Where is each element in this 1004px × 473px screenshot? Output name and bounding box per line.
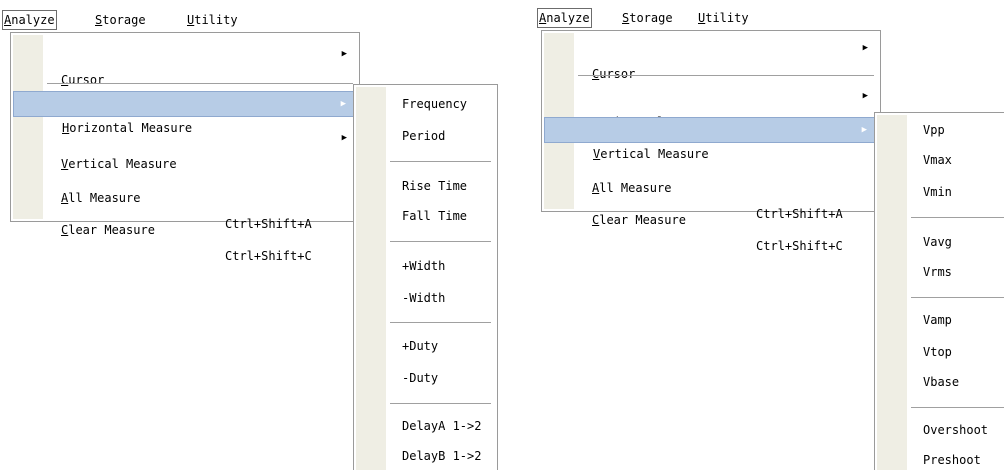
menu-utility[interactable]: Utility — [697, 8, 750, 28]
submenu-item-vbase[interactable]: Vbase — [877, 369, 1004, 395]
item-label: Vmin — [923, 185, 952, 199]
menu-item-clear-measure[interactable]: Clear Measure Ctrl+Shift+C — [544, 181, 878, 253]
submenu-item-delay-b[interactable]: DelayB 1->2 — [356, 443, 495, 469]
item-label: Vpp — [923, 123, 945, 137]
item-label: Vrms — [923, 265, 952, 279]
menu-separator — [390, 403, 491, 404]
submenu-arrow-icon: ▶ — [862, 91, 868, 101]
menubar: Analyze Storage Utility — [2, 10, 302, 32]
submenu-item-vamp[interactable]: Vamp — [877, 307, 1004, 333]
item-label: Vamp — [923, 313, 952, 327]
item-label: Fall Time — [402, 209, 468, 223]
menu-separator — [47, 83, 353, 84]
submenu-item-plus-duty[interactable]: +Duty — [356, 333, 495, 359]
item-label: Overshoot — [923, 423, 989, 437]
submenu-item-frequency[interactable]: Frequency — [356, 91, 495, 117]
item-label: -Width — [402, 291, 446, 305]
analyze-menu: Cursor ▶ Horizontal Measure ▶ Vertical M… — [10, 32, 360, 263]
submenu-arrow-icon: ▶ — [861, 125, 867, 135]
item-label: DelayB 1->2 — [402, 449, 482, 463]
submenu-item-vmin[interactable]: Vmin — [877, 179, 1004, 205]
menu-separator — [911, 297, 1004, 298]
menu-separator — [390, 241, 491, 242]
menu-item-vertical-measure[interactable]: Vertical Measure ▶ — [13, 125, 357, 171]
submenu-item-vpp[interactable]: Vpp — [877, 117, 1004, 143]
clear-measure-label: Clear Measure — [61, 223, 155, 237]
submenu-item-minus-duty[interactable]: -Duty — [356, 365, 495, 391]
horizontal-measure-submenu: Frequency Period Rise Time Fall Time +Wi… — [353, 84, 498, 470]
submenu-item-preshoot[interactable]: Preshoot — [877, 447, 1004, 473]
submenu-arrow-icon: ▶ — [340, 99, 346, 109]
item-label: Vmax — [923, 153, 952, 167]
menu-item-cursor[interactable]: Cursor ▶ — [13, 41, 357, 87]
menu-storage[interactable]: Storage — [621, 8, 674, 28]
analyze-menu: Cursor ▶ Horizontal Measure ▶ Vertical M… — [541, 30, 881, 253]
submenu-item-period[interactable]: Period — [356, 123, 495, 149]
menu-item-horizontal-measure[interactable]: Horizontal Measure ▶ — [544, 83, 878, 129]
menu-separator — [911, 407, 1004, 408]
menu-separator — [911, 217, 1004, 218]
item-label: Frequency — [402, 97, 468, 111]
item-label: +Width — [402, 259, 446, 273]
vertical-measure-submenu: Vpp Vmax Vmin Vavg Vrms Vamp Vtop Vbase … — [874, 112, 1004, 470]
item-label: Vtop — [923, 345, 952, 359]
item-label: Period — [402, 129, 446, 143]
submenu-arrow-icon: ▶ — [341, 49, 347, 59]
submenu-item-vmax[interactable]: Vmax — [877, 147, 1004, 173]
menu-item-all-measure[interactable]: All Measure Ctrl+Shift+A — [544, 149, 878, 221]
menu-item-cursor[interactable]: Cursor ▶ — [544, 35, 878, 81]
item-label: +Duty — [402, 339, 439, 353]
submenu-item-fall-time[interactable]: Fall Time — [356, 203, 495, 229]
menu-utility[interactable]: Utility — [186, 10, 239, 30]
menu-item-horizontal-measure[interactable]: Horizontal Measure ▶ — [13, 91, 357, 135]
screenshot-horizontal-measure: Analyze Storage Utility Cursor ▶ Horizon… — [0, 0, 500, 470]
menu-storage[interactable]: Storage — [94, 10, 147, 30]
submenu-item-overshoot[interactable]: Overshoot — [877, 417, 1004, 443]
submenu-item-minus-width[interactable]: -Width — [356, 285, 495, 311]
menu-separator — [578, 75, 874, 76]
menu-item-all-measure[interactable]: All Measure Ctrl+Shift+A — [13, 159, 357, 231]
submenu-item-vavg[interactable]: Vavg — [877, 229, 1004, 255]
item-label: Vavg — [923, 235, 952, 249]
cursor-label: Cursor — [61, 73, 105, 87]
menu-separator — [390, 161, 491, 162]
item-label: -Duty — [402, 371, 439, 385]
submenu-arrow-icon: ▶ — [862, 43, 868, 53]
item-label: Rise Time — [402, 179, 468, 193]
menubar: Analyze Storage Utility — [537, 8, 797, 30]
item-label: Preshoot — [923, 453, 981, 467]
submenu-item-plus-width[interactable]: +Width — [356, 253, 495, 279]
menu-separator — [390, 322, 491, 323]
menu-item-clear-measure[interactable]: Clear Measure Ctrl+Shift+C — [13, 191, 357, 263]
submenu-item-vtop[interactable]: Vtop — [877, 339, 1004, 365]
clear-measure-label: Clear Measure — [592, 213, 686, 227]
submenu-item-delay-a[interactable]: DelayA 1->2 — [356, 413, 495, 439]
item-label: Vbase — [923, 375, 960, 389]
item-label: DelayA 1->2 — [402, 419, 482, 433]
screenshot-vertical-measure: Analyze Storage Utility Cursor ▶ Horizon… — [533, 0, 1004, 470]
submenu-item-vrms[interactable]: Vrms — [877, 259, 1004, 285]
menu-analyze[interactable]: Analyze — [537, 8, 592, 28]
submenu-item-rise-time[interactable]: Rise Time — [356, 173, 495, 199]
clear-measure-shortcut: Ctrl+Shift+C — [225, 249, 312, 263]
clear-measure-shortcut: Ctrl+Shift+C — [756, 239, 843, 253]
menu-analyze[interactable]: Analyze — [2, 10, 57, 30]
submenu-arrow-icon: ▶ — [341, 133, 347, 143]
menu-item-vertical-measure[interactable]: Vertical Measure ▶ — [544, 117, 878, 161]
